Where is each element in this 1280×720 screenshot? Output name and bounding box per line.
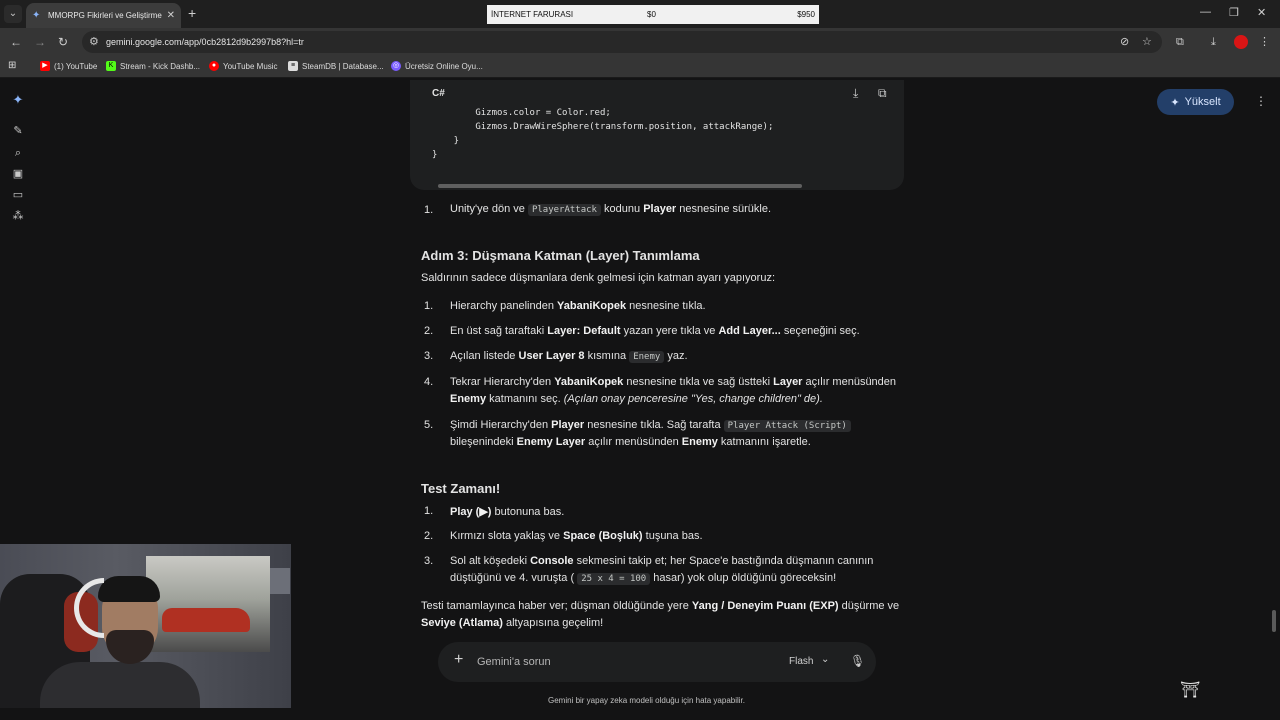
prompt-box[interactable]: + Gemini'a sorun Flash ⌄ 🎙: [438, 642, 876, 682]
list-number: 5.: [424, 419, 434, 431]
gemini-favicon-icon: ✦: [32, 9, 41, 21]
new-tab-button[interactable]: +: [188, 6, 196, 20]
banner-label: İNTERNET FARURASI: [491, 10, 574, 19]
list-number: 1.: [424, 505, 434, 517]
copy-code-icon[interactable]: ⧉: [878, 86, 887, 101]
section-heading: Test Zamanı!: [421, 481, 501, 496]
youtube-icon: ▶: [40, 61, 50, 71]
list-item: Tekrar Hierarchy'den YabaniKopek nesnesi…: [450, 376, 897, 388]
list-item: En üst sağ taraftaki Layer: Default yaza…: [450, 325, 860, 337]
section-heading: Adım 3: Düşmana Katman (Layer) Tanımlama: [421, 248, 700, 263]
list-item: Hierarchy panelinden YabaniKopek nesnesi…: [450, 300, 706, 312]
site-settings-icon[interactable]: ⚙: [89, 35, 99, 48]
url-field[interactable]: ⚙ gemini.google.com/app/0cb2812d9b2997b8…: [82, 31, 1162, 53]
browser-menu-icon[interactable]: ⋮: [1259, 35, 1270, 49]
banner-amount-current: $0: [647, 10, 656, 19]
red-car: [162, 608, 250, 632]
apps-grid-icon[interactable]: ⊞: [8, 60, 16, 71]
close-window-button[interactable]: ✕: [1257, 6, 1266, 19]
back-icon[interactable]: ←: [10, 35, 22, 49]
bookmark-steamdb[interactable]: ≡ SteamDB | Database...: [288, 61, 384, 71]
code-language: C#: [432, 88, 445, 99]
gallery-icon[interactable]: ▣: [11, 167, 25, 181]
list-item: Şimdi Hierarchy'den Player nesnesine tık…: [450, 419, 851, 432]
eye-off-icon[interactable]: ⊘: [1120, 35, 1129, 49]
outro-line: Testi tamamlayınca haber ver; düşman öld…: [421, 600, 900, 612]
code-scrollbar[interactable]: [438, 184, 802, 188]
code-line: Gizmos.DrawWireSphere(transform.position…: [432, 122, 774, 132]
streamer-body: [40, 662, 200, 708]
list-number: 1.: [424, 300, 434, 312]
gemini-logo-icon[interactable]: ✦: [11, 93, 25, 107]
list-item-continued: bileşenindeki Enemy Layer açılır menüsün…: [450, 436, 811, 448]
streamer-logo-icon: ⛩: [1180, 682, 1201, 699]
list-item-continued: düştüğünü ve 4. vuruşta ( 25 x 4 = 100 h…: [450, 572, 837, 585]
list-item: Açılan listede User Layer 8 kısmına Enem…: [450, 350, 688, 363]
list-number: 4.: [424, 376, 434, 388]
car-poster: [146, 556, 270, 652]
search-icon[interactable]: ⌕: [11, 146, 25, 160]
list-number: 2.: [424, 530, 434, 542]
list-item: Unity'ye dön ve PlayerAttack kodunu Play…: [450, 203, 772, 216]
bookmarks-bar: ⊞ ▶ (1) YouTube K Stream - Kick Dashb... ●…: [0, 56, 1280, 78]
apps-icon[interactable]: ⁂: [11, 209, 25, 223]
new-chat-icon[interactable]: ✎: [11, 124, 25, 138]
upgrade-button[interactable]: ✦ Yükselt: [1157, 89, 1234, 115]
forward-icon[interactable]: →: [34, 35, 46, 49]
browser-tab[interactable]: ✦ MMORPG Fikirleri ve Geliştirme ✕: [26, 3, 181, 28]
bookmark-games[interactable]: ◎ Ücretsiz Online Oyu...: [391, 61, 483, 71]
download-code-icon[interactable]: ⤓: [853, 86, 858, 101]
model-selector[interactable]: Flash: [789, 656, 813, 667]
streamer-hair: [98, 576, 160, 602]
webcam-shelf-item: [270, 568, 290, 594]
game-icon: ◎: [391, 61, 401, 71]
list-number: 1.: [424, 204, 434, 216]
extensions-icon[interactable]: ⧉: [1176, 35, 1184, 49]
webcam-overlay: [0, 544, 291, 708]
reload-icon[interactable]: ↻: [58, 35, 68, 49]
bookmark-kick[interactable]: K Stream - Kick Dashb...: [106, 61, 200, 71]
bookmark-youtube[interactable]: ▶ (1) YouTube: [40, 61, 97, 71]
list-item-continued: Enemy katmanını seç. (Açılan onay pencer…: [450, 393, 823, 405]
profile-avatar[interactable]: [1234, 35, 1248, 49]
download-icon[interactable]: ⤓: [1211, 35, 1216, 49]
disclaimer-text: Gemini bir yapay zeka modeli olduğu için…: [548, 696, 745, 705]
list-number: 3.: [424, 555, 434, 567]
code-line: }: [432, 150, 438, 160]
star-icon[interactable]: ☆: [1142, 35, 1152, 49]
list-item: Kırmızı slota yaklaş ve Space (Boşluk) t…: [450, 530, 703, 542]
banner-amount-max: $950: [797, 10, 815, 19]
prompt-input[interactable]: Gemini'a sorun: [477, 656, 551, 668]
folder-icon[interactable]: ▭: [11, 188, 25, 202]
section-intro: Saldırının sadece düşmanlara denk gelmes…: [421, 272, 776, 284]
kick-icon: K: [106, 61, 116, 71]
url-text: gemini.google.com/app/0cb2812d9b2997b8?h…: [106, 37, 304, 47]
code-block: C# ⤓ ⧉ Gizmos.color = Color.red; Gizmos.…: [410, 80, 904, 190]
more-options-icon[interactable]: ⋮: [1255, 94, 1267, 108]
tab-title: MMORPG Fikirleri ve Geliştirme: [48, 11, 162, 20]
steamdb-icon: ≡: [288, 61, 298, 71]
bookmark-youtube-music[interactable]: ● YouTube Music: [209, 61, 278, 71]
list-number: 2.: [424, 325, 434, 337]
tab-search-button[interactable]: ⌄: [4, 5, 22, 23]
outro-line: Seviye (Atlama) altyapısına geçelim!: [421, 617, 604, 629]
maximize-button[interactable]: ❐: [1229, 6, 1239, 19]
extension-banner: İNTERNET FARURASI $0 $950: [487, 5, 819, 24]
close-tab-icon[interactable]: ✕: [167, 10, 175, 21]
title-bar: ⌄ ✦ MMORPG Fikirleri ve Geliştirme ✕ + İ…: [0, 0, 1280, 28]
code-line: }: [432, 136, 460, 146]
youtube-music-icon: ●: [209, 61, 219, 71]
add-attachment-icon[interactable]: +: [454, 651, 463, 669]
list-item: Play (▶) butonuna bas.: [450, 506, 565, 518]
address-bar: ← → ↻ ⚙ gemini.google.com/app/0cb2812d9b…: [0, 28, 1280, 56]
chevron-down-icon[interactable]: ⌄: [821, 654, 829, 665]
list-number: 3.: [424, 350, 434, 362]
sparkle-icon: ✦: [1170, 96, 1180, 109]
microphone-icon[interactable]: 🎙: [850, 654, 865, 668]
list-item: Sol alt köşedeki Console sekmesini takip…: [450, 555, 874, 567]
page-scrollbar[interactable]: [1272, 610, 1276, 632]
code-line: Gizmos.color = Color.red;: [432, 108, 611, 118]
minimize-button[interactable]: —: [1200, 6, 1211, 18]
